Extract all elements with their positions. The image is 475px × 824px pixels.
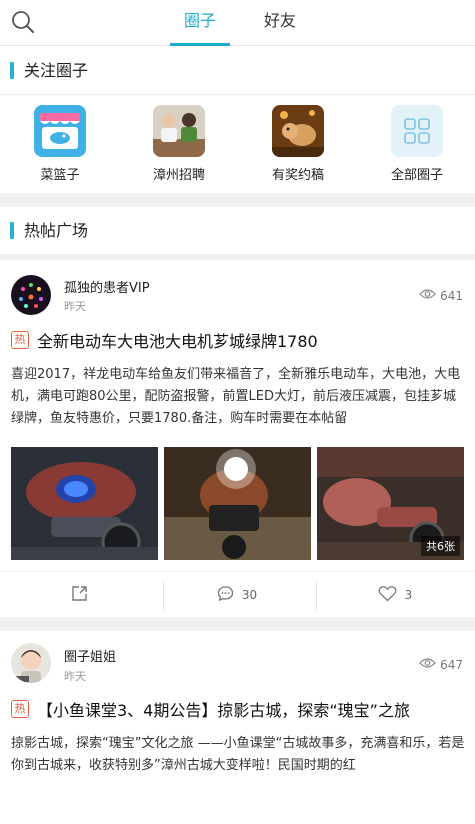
post-author[interactable]: 孤独的患者VIP: [64, 277, 150, 296]
eye-icon: [419, 657, 436, 672]
view-count-value: 647: [440, 657, 463, 672]
post-actions: 30 3: [0, 571, 475, 617]
hot-posts-header: 热帖广场: [0, 207, 475, 255]
post-time: 昨天: [64, 300, 86, 313]
post-time: 昨天: [64, 670, 86, 683]
post-photo[interactable]: [11, 447, 158, 560]
circle-label: 有奖约稿: [271, 168, 324, 183]
avatar[interactable]: [11, 643, 51, 683]
top-bar: 圈子 好友: [0, 0, 475, 46]
search-icon[interactable]: [10, 9, 36, 35]
tab-friends-label: 好友: [263, 11, 296, 30]
circle-item-all[interactable]: 全部圈子: [358, 105, 475, 185]
comment-count: 30: [241, 588, 258, 602]
post-card[interactable]: 孤独的患者VIP 昨天 641 热 全新电动车大电池大电机芗城绿牌1780 喜迎…: [0, 260, 475, 617]
post-author[interactable]: 圈子姐姐: [64, 646, 116, 665]
circle-label: 菜篮子: [40, 168, 80, 183]
post-title-text: 【小鱼课堂3、4期公告】掠影古城，探索“瑰宝”之旅: [37, 701, 410, 720]
circle-label: 漳州招聘: [152, 168, 205, 183]
post-photo[interactable]: [164, 447, 311, 560]
circle-item-prize[interactable]: 有奖约稿: [239, 105, 357, 185]
section-accent-bar: [10, 62, 14, 79]
like-count: 3: [404, 588, 413, 602]
tab-friends[interactable]: 好友: [252, 0, 308, 46]
circle-item-basket[interactable]: 菜篮子: [1, 105, 119, 185]
post-photos: 共6张: [11, 447, 469, 560]
followed-circles-header: 关注圈子: [0, 47, 475, 95]
post-card[interactable]: 圈子姐姐 昨天 647 热 【小鱼课堂3、4期公告】掠影古城，探索“瑰宝”之旅 …: [0, 631, 475, 781]
post-title[interactable]: 热 全新电动车大电池大电机芗城绿牌1780: [11, 328, 466, 352]
recruitment-photo: [153, 105, 205, 157]
photo-count-badge: 共6张: [421, 536, 460, 556]
tab-circles[interactable]: 圈子: [170, 0, 230, 46]
basket-icon: [34, 105, 86, 157]
eye-icon: [419, 288, 436, 303]
view-count: 641: [419, 288, 463, 303]
circle-item-recruitment[interactable]: 漳州招聘: [120, 105, 238, 185]
hot-badge: 热: [11, 331, 29, 349]
post-title-text: 全新电动车大电池大电机芗城绿牌1780: [37, 332, 318, 351]
like-button[interactable]: 3: [316, 572, 474, 618]
circle-label: 全部圈子: [390, 168, 443, 183]
heart-icon: [378, 585, 397, 605]
prize-photo: [272, 105, 324, 157]
section-accent-bar: [10, 222, 14, 239]
grid-icon: [391, 105, 443, 157]
post-title[interactable]: 热 【小鱼课堂3、4期公告】掠影古城，探索“瑰宝”之旅: [11, 697, 466, 721]
post-body[interactable]: 掠影古城，探索“瑰宝”文化之旅 ——小鱼课堂“古城故事多，充满喜和乐，若是你到古…: [11, 733, 466, 777]
active-tab-indicator: [170, 43, 230, 46]
view-count: 647: [419, 657, 463, 672]
comment-icon: [217, 585, 234, 605]
view-count-value: 641: [440, 288, 463, 303]
followed-circles-title: 关注圈子: [24, 61, 89, 80]
followed-circles-grid: 菜篮子 漳州招聘 有奖约稿 全部圈子: [0, 95, 475, 193]
tab-circles-label: 圈子: [183, 11, 216, 30]
section-gap: [0, 193, 475, 207]
avatar[interactable]: [11, 275, 51, 315]
post-body[interactable]: 喜迎2017，祥龙电动车给鱼友们带来福音了，全新雅乐电动车，大电池，大电机，满电…: [11, 364, 466, 430]
post-photo[interactable]: 共6张: [317, 447, 464, 560]
hot-posts-title: 热帖广场: [24, 221, 89, 240]
post-gap: [0, 617, 475, 631]
hot-badge: 热: [11, 700, 29, 718]
share-icon: [71, 585, 88, 605]
share-button[interactable]: [0, 572, 158, 618]
comment-button[interactable]: 30: [158, 572, 316, 618]
